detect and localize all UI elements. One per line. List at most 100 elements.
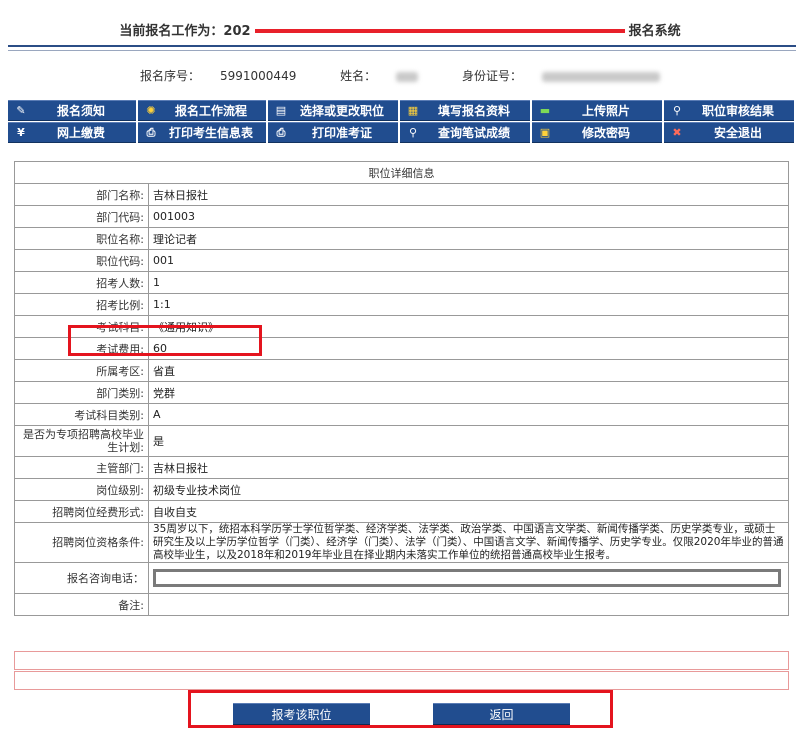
key-icon: ⚲: [408, 126, 418, 139]
table-row: 招考比例: 1:1: [14, 293, 789, 316]
table-row: 部门代码: 001003: [14, 205, 789, 228]
phone-cell: [148, 562, 789, 594]
header-divider: [8, 45, 796, 47]
row-value: 自收自支: [148, 500, 789, 523]
id-field: 身份证号：: [452, 69, 670, 83]
yen-icon: ¥: [17, 126, 25, 139]
nav-select-position[interactable]: ▤ 选择或更改职位: [268, 100, 398, 121]
exit-icon: ✖: [672, 126, 682, 139]
table-row: 职位代码: 001: [14, 249, 789, 272]
nav-label: 职位审核结果: [701, 104, 774, 118]
row-value: 吉林日报社: [148, 456, 789, 479]
nav-row-1: ✎ 报名须知 ✺ 报名工作流程 ▤ 选择或更改职位 ▦ 填写报名资料 ▬ 上传照片 ⚲ 职位…: [8, 100, 794, 121]
table-row: 招聘岗位资格条件: 35周岁以下，统招本科学历学士学位哲学类、经济学类、法学类、政…: [14, 522, 789, 563]
row-label: 部门代码:: [14, 205, 149, 228]
row-value: 1: [148, 271, 789, 294]
table-heading: 职位详细信息: [14, 161, 789, 184]
phone-field[interactable]: [153, 569, 781, 587]
nav-label: 打印考生信息表: [168, 126, 253, 140]
nav-review-result[interactable]: ⚲ 职位审核结果: [664, 100, 794, 121]
back-button[interactable]: 返回: [433, 703, 570, 725]
table-row: 是否为专项招聘高校毕业生计划: 是: [14, 425, 789, 457]
table-row: 报名咨询电话：: [14, 562, 789, 594]
nav-workflow[interactable]: ✺ 报名工作流程: [138, 100, 266, 121]
nav-notice[interactable]: ✎ 报名须知: [8, 100, 136, 121]
header-divider-thin: [8, 50, 796, 51]
printer-icon: ⎙: [146, 125, 156, 139]
notice-icon: ✎: [16, 104, 26, 117]
nav-label: 选择或更改职位: [299, 104, 384, 118]
table-heading-row: 职位详细信息: [14, 161, 789, 184]
nav-label: 安全退出: [713, 126, 762, 140]
row-value: 001003: [148, 205, 789, 228]
nav-logout[interactable]: ✖ 安全退出: [664, 122, 794, 143]
row-value: 党群: [148, 381, 789, 404]
row-label: 职位名称:: [14, 227, 149, 250]
row-value: [148, 593, 789, 616]
seq-field: 报名序号： 5991000449: [130, 69, 306, 83]
position-detail-table: 职位详细信息 部门名称: 吉林日报社 部门代码: 001003 职位名称: 理论记者 …: [14, 161, 789, 616]
table-row: 考试科目类别: A: [14, 403, 789, 426]
nav-fill-info[interactable]: ▦ 填写报名资料: [400, 100, 530, 121]
table-row: 职位名称: 理论记者: [14, 227, 789, 250]
nav-print-ticket[interactable]: ⎙ 打印准考证: [268, 122, 398, 143]
name-redacted: [396, 71, 419, 82]
main-nav: ✎ 报名须知 ✺ 报名工作流程 ▤ 选择或更改职位 ▦ 填写报名资料 ▬ 上传照片 ⚲ 职位…: [8, 100, 794, 144]
nav-label: 网上缴费: [56, 126, 105, 140]
nav-label: 打印准考证: [311, 126, 372, 140]
row-value: 理论记者: [148, 227, 789, 250]
row-label: 报名咨询电话：: [14, 562, 149, 594]
empty-row: [14, 671, 789, 690]
seq-label: 报名序号：: [139, 69, 200, 83]
row-label: 招聘岗位资格条件:: [14, 522, 149, 563]
table-row: 部门名称: 吉林日报社: [14, 183, 789, 206]
table-row: 招聘岗位经费形式: 自收自支: [14, 500, 789, 523]
row-label: 招考比例:: [14, 293, 149, 316]
key-icon: ⚲: [672, 104, 682, 117]
form-icon: ▦: [407, 104, 419, 117]
redaction-mark: [254, 27, 625, 36]
nav-label: 报名工作流程: [174, 104, 247, 118]
nav-change-password[interactable]: ▣ 修改密码: [532, 122, 662, 143]
id-label: 身份证号：: [462, 69, 523, 83]
name-label: 姓名：: [340, 69, 377, 83]
row-value: 35周岁以下，统招本科学历学士学位哲学类、经济学类、法学类、政治学类、中国语言文…: [148, 522, 789, 563]
row-label: 主管部门:: [14, 456, 149, 479]
lock-icon: ▣: [539, 126, 551, 139]
row-label: 考试科目类别:: [14, 403, 149, 426]
list-icon: ▤: [275, 104, 287, 117]
highlight-exam-subject: [68, 325, 262, 356]
nav-row-2: ¥ 网上缴费 ⎙ 打印考生信息表 ⎙ 打印准考证 ⚲ 查询笔试成绩 ▣ 修改密码 ✖ 安全退…: [8, 122, 794, 143]
nav-label: 填写报名资料: [437, 104, 510, 118]
row-value: 是: [148, 425, 789, 457]
row-label: 职位代码:: [14, 249, 149, 272]
name-field: 姓名：: [330, 69, 428, 83]
row-label: 部门类别:: [14, 381, 149, 404]
row-label: 所属考区:: [14, 359, 149, 382]
empty-row: [14, 651, 789, 670]
row-value: 初级专业技术岗位: [148, 478, 789, 501]
nav-upload-photo[interactable]: ▬ 上传照片: [532, 100, 662, 121]
nav-query-score[interactable]: ⚲ 查询笔试成绩: [400, 122, 530, 143]
apply-position-button[interactable]: 报考该职位: [233, 703, 370, 725]
nav-pay-online[interactable]: ¥ 网上缴费: [8, 122, 136, 143]
table-row: 招考人数: 1: [14, 271, 789, 294]
nav-label: 修改密码: [581, 126, 630, 140]
row-value: 1:1: [148, 293, 789, 316]
upload-icon: ▬: [539, 104, 551, 117]
table-row: 主管部门: 吉林日报社: [14, 456, 789, 479]
row-value: 001: [148, 249, 789, 272]
row-label: 岗位级别:: [14, 478, 149, 501]
seq-value: 5991000449: [219, 69, 297, 83]
id-redacted: [542, 71, 661, 82]
sun-icon: ✺: [146, 104, 156, 117]
page-title: 当前报名工作为：202 报名系统: [0, 20, 800, 39]
row-label: 备注:: [14, 593, 149, 616]
nav-print-info[interactable]: ⎙ 打印考生信息表: [138, 122, 266, 143]
table-row: 部门类别: 党群: [14, 381, 789, 404]
row-value: 省直: [148, 359, 789, 382]
table-row: 所属考区: 省直: [14, 359, 789, 382]
title-prefix: 当前报名工作为：202: [119, 24, 251, 39]
row-label: 招聘岗位经费形式:: [14, 500, 149, 523]
title-suffix: 报名系统: [628, 24, 681, 39]
